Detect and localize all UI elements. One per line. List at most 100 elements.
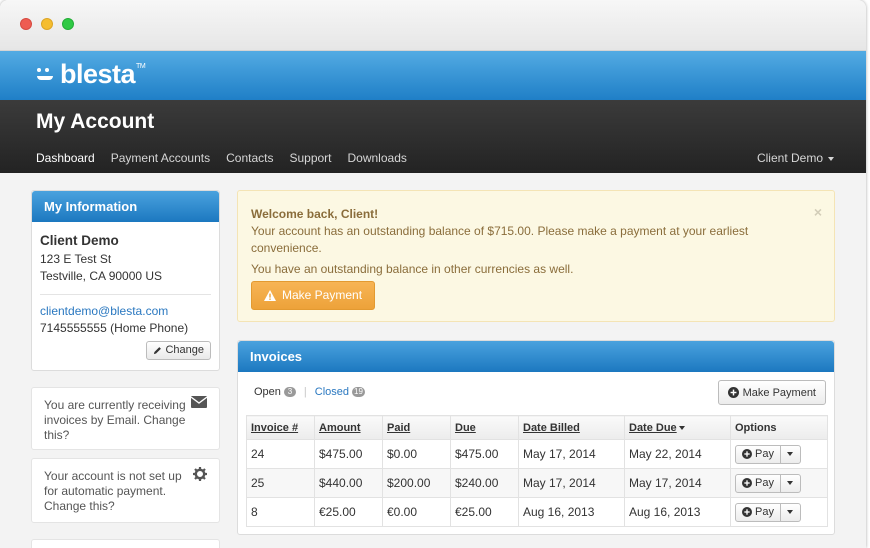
invoice-due: $475.00 bbox=[450, 439, 519, 469]
col-date-due[interactable]: Date Due bbox=[624, 415, 731, 440]
user-menu[interactable]: Client Demo bbox=[757, 151, 834, 165]
sidebar-next-notice bbox=[31, 539, 220, 548]
alert-balance-text: Your account has an outstanding balance … bbox=[251, 224, 749, 255]
make-payment-label: Make Payment bbox=[742, 386, 816, 399]
tab-closed[interactable]: Closed 19 bbox=[315, 386, 365, 398]
invoices-heading: Invoices bbox=[238, 341, 834, 372]
plus-circle-icon bbox=[742, 478, 752, 488]
col-invoice-number[interactable]: Invoice # bbox=[246, 415, 315, 440]
tab-open[interactable]: Open 3 bbox=[254, 386, 296, 398]
minimize-window-button[interactable] bbox=[41, 18, 53, 30]
tab-separator: | bbox=[303, 386, 307, 398]
main-nav: Dashboard Payment Accounts Contacts Supp… bbox=[36, 151, 423, 165]
invoice-paid: €0.00 bbox=[382, 497, 451, 527]
user-menu-label: Client Demo bbox=[756, 151, 823, 165]
invoice-paid: $200.00 bbox=[382, 468, 451, 498]
close-window-button[interactable] bbox=[20, 18, 32, 30]
plus-circle-icon bbox=[742, 449, 752, 459]
warning-icon bbox=[264, 290, 276, 301]
client-name: Client Demo bbox=[40, 233, 119, 248]
tab-open-label: Open bbox=[254, 386, 281, 398]
plus-circle-icon bbox=[727, 387, 739, 398]
open-count-badge: 3 bbox=[283, 387, 296, 397]
address-line-1: 123 E Test St bbox=[40, 252, 112, 266]
col-due[interactable]: Due bbox=[450, 415, 519, 440]
chevron-down-icon bbox=[787, 481, 794, 485]
my-information-heading: My Information bbox=[32, 191, 219, 222]
table-row: 24 $475.00 $0.00 $475.00 May 17, 2014 Ma… bbox=[246, 439, 828, 469]
client-email-link[interactable]: clientdemo@blesta.com bbox=[40, 303, 211, 320]
change-label: Change bbox=[165, 344, 204, 356]
invoice-amount: €25.00 bbox=[314, 497, 383, 527]
logo-trademark: TM bbox=[136, 63, 146, 70]
logo-mark-icon bbox=[36, 64, 58, 86]
browser-window: blesta TM My Account Dashboard Payment A… bbox=[0, 0, 866, 548]
table-row: 8 €25.00 €0.00 €25.00 Aug 16, 2013 Aug 1… bbox=[246, 497, 828, 527]
col-paid[interactable]: Paid bbox=[382, 415, 451, 440]
alert-make-payment-label: Make Payment bbox=[282, 288, 363, 302]
closed-count-badge: 19 bbox=[352, 387, 365, 397]
info-divider bbox=[40, 294, 211, 295]
chevron-down-icon bbox=[787, 452, 794, 456]
pay-button[interactable]: Pay bbox=[736, 474, 781, 492]
table-header-row: Invoice # Amount Paid Due Date Billed Da… bbox=[246, 415, 828, 440]
alert-currency-text: You have an outstanding balance in other… bbox=[251, 262, 574, 276]
invoice-status-tabs: Open 3 | Closed 19 bbox=[254, 386, 365, 398]
blesta-logo[interactable]: blesta TM bbox=[36, 59, 146, 90]
col-amount[interactable]: Amount bbox=[314, 415, 383, 440]
invoice-paid: $0.00 bbox=[382, 439, 451, 469]
pay-button-group: Pay bbox=[735, 444, 801, 464]
sort-desc-icon bbox=[678, 425, 685, 430]
invoice-date-due: May 17, 2014 bbox=[624, 468, 731, 498]
gear-icon bbox=[193, 467, 207, 485]
invoice-amount: $440.00 bbox=[314, 468, 383, 498]
window-titlebar bbox=[0, 0, 866, 51]
brand-bar: blesta TM bbox=[0, 51, 866, 100]
invoices-table: Invoice # Amount Paid Due Date Billed Da… bbox=[246, 415, 828, 527]
alert-title: Welcome back, Client! bbox=[251, 207, 379, 221]
invoice-date-due: Aug 16, 2013 bbox=[624, 497, 731, 527]
welcome-alert: × Welcome back, Client! Your account has… bbox=[237, 190, 835, 322]
invoice-date-billed: May 17, 2014 bbox=[518, 468, 625, 498]
change-info-button[interactable]: Change bbox=[146, 341, 211, 360]
pay-dropdown-toggle[interactable] bbox=[781, 446, 800, 463]
autopay-text: Your account is not set up for automatic… bbox=[44, 469, 182, 513]
client-phone: 7145555555 (Home Phone) bbox=[40, 321, 189, 335]
pay-button[interactable]: Pay bbox=[736, 503, 781, 521]
maximize-window-button[interactable] bbox=[62, 18, 74, 30]
plus-circle-icon bbox=[742, 507, 752, 517]
make-payment-button[interactable]: Make Payment bbox=[717, 380, 826, 405]
pay-button-group: Pay bbox=[735, 473, 801, 493]
invoice-date-due: May 22, 2014 bbox=[624, 439, 731, 469]
address-line-2: Testville, CA 90000 US bbox=[40, 269, 163, 283]
invoice-amount: $475.00 bbox=[314, 439, 383, 469]
nav-contacts[interactable]: Contacts bbox=[226, 151, 273, 165]
nav-support[interactable]: Support bbox=[289, 151, 331, 165]
table-row: 25 $440.00 $200.00 $240.00 May 17, 2014 … bbox=[246, 468, 828, 498]
alert-make-payment-button[interactable]: Make Payment bbox=[251, 281, 376, 310]
pay-dropdown-toggle[interactable] bbox=[781, 475, 800, 492]
nav-dashboard[interactable]: Dashboard bbox=[36, 151, 95, 165]
chevron-down-icon bbox=[828, 156, 834, 161]
pay-button[interactable]: Pay bbox=[736, 445, 781, 463]
col-options: Options bbox=[730, 415, 828, 440]
invoice-date-billed: Aug 16, 2013 bbox=[518, 497, 625, 527]
nav-payment-accounts[interactable]: Payment Accounts bbox=[111, 151, 210, 165]
close-icon[interactable]: × bbox=[814, 204, 822, 221]
invoice-number: 24 bbox=[246, 439, 315, 469]
col-date-billed[interactable]: Date Billed bbox=[518, 415, 625, 440]
my-information-panel: My Information Client Demo 123 E Test St… bbox=[31, 190, 220, 371]
main-content: My Information Client Demo 123 E Test St… bbox=[0, 173, 866, 548]
invoice-due: €25.00 bbox=[450, 497, 519, 527]
email-invoices-notice[interactable]: You are currently receiving invoices by … bbox=[31, 387, 220, 450]
invoice-options: Pay bbox=[730, 468, 828, 498]
invoice-options: Pay bbox=[730, 439, 828, 469]
invoices-panel: Invoices Open 3 | Closed 19 Make Payment bbox=[237, 340, 835, 535]
tab-closed-label: Closed bbox=[314, 386, 350, 398]
autopay-notice[interactable]: Your account is not set up for automatic… bbox=[31, 458, 220, 523]
email-invoices-text: You are currently receiving invoices by … bbox=[44, 398, 186, 442]
pay-dropdown-toggle[interactable] bbox=[781, 504, 800, 521]
pay-button-group: Pay bbox=[735, 502, 801, 522]
nav-downloads[interactable]: Downloads bbox=[348, 151, 407, 165]
invoice-number: 8 bbox=[246, 497, 315, 527]
